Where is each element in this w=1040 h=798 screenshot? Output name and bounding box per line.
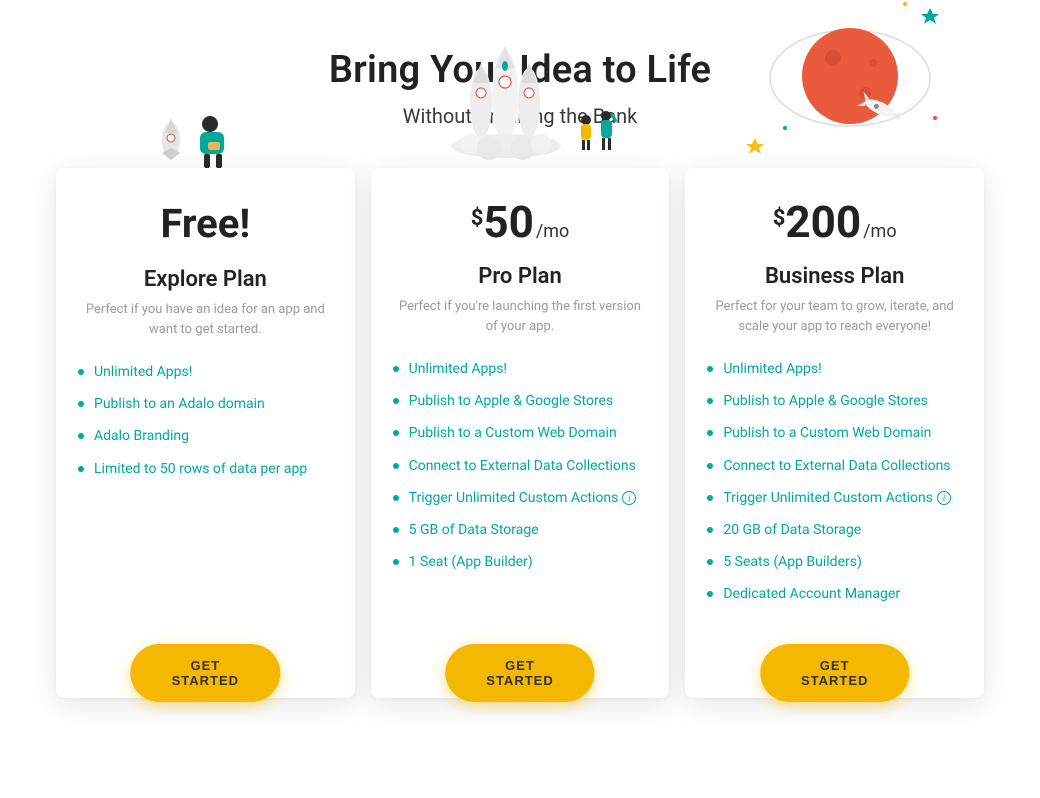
info-icon[interactable]: i <box>937 491 951 505</box>
feature-item: Adalo Branding <box>78 427 333 445</box>
feature-item: Publish to Apple & Google Stores <box>393 392 648 410</box>
feature-item: Publish to a Custom Web Domain <box>707 424 962 442</box>
feature-item: Publish to a Custom Web Domain <box>393 424 648 442</box>
feature-list: Unlimited Apps! Publish to an Adalo doma… <box>78 363 333 492</box>
page-title: Bring Your Idea to Life <box>0 48 1040 92</box>
get-started-button[interactable]: GET STARTED <box>760 644 909 702</box>
feature-item: Unlimited Apps! <box>78 363 333 381</box>
feature-item: 5 Seats (App Builders) <box>707 553 962 571</box>
feature-item: Dedicated Account Manager <box>707 585 962 603</box>
feature-item: Limited to 50 rows of data per app <box>78 460 333 478</box>
feature-item: Trigger Unlimited Custom Actionsi <box>707 489 962 507</box>
feature-item: Publish to Apple & Google Stores <box>707 392 962 410</box>
plan-period: /mo <box>863 221 896 242</box>
feature-item: 5 GB of Data Storage <box>393 521 648 539</box>
currency-symbol: $ <box>471 206 484 231</box>
feature-list: Unlimited Apps! Publish to Apple & Googl… <box>707 360 962 618</box>
feature-item: Publish to an Adalo domain <box>78 395 333 413</box>
plan-name: Business Plan <box>707 264 962 289</box>
feature-item: 20 GB of Data Storage <box>707 521 962 539</box>
plan-price: 50 <box>483 196 534 248</box>
plan-period: /mo <box>536 221 569 242</box>
feature-item: Trigger Unlimited Custom Actionsi <box>393 489 648 507</box>
plan-name: Explore Plan <box>78 267 333 292</box>
plan-description: Perfect for your team to grow, iterate, … <box>707 297 962 336</box>
info-icon[interactable]: i <box>622 491 636 505</box>
get-started-button[interactable]: GET STARTED <box>131 644 280 702</box>
plan-description: Perfect if you're launching the first ve… <box>393 297 648 336</box>
get-started-button[interactable]: GET STARTED <box>445 644 594 702</box>
plan-description: Perfect if you have an idea for an app a… <box>78 300 333 339</box>
feature-item: Connect to External Data Collections <box>707 457 962 475</box>
pricing-plans: Free! Explore Plan Perfect if you have a… <box>0 168 1040 738</box>
currency-symbol: $ <box>773 206 786 231</box>
plan-name: Pro Plan <box>393 264 648 289</box>
feature-item: Unlimited Apps! <box>393 360 648 378</box>
feature-item: 1 Seat (App Builder) <box>393 553 648 571</box>
feature-item: Unlimited Apps! <box>707 360 962 378</box>
page-subtitle: Without Breaking the Bank <box>0 104 1040 128</box>
plan-price: 200 <box>785 196 861 248</box>
feature-list: Unlimited Apps! Publish to Apple & Googl… <box>393 360 648 585</box>
pricing-card-pro: $50/mo Pro Plan Perfect if you're launch… <box>371 168 670 698</box>
feature-item: Connect to External Data Collections <box>393 457 648 475</box>
pricing-card-explore: Free! Explore Plan Perfect if you have a… <box>56 168 355 698</box>
plan-price: Free! <box>160 200 250 247</box>
pricing-card-business: $200/mo Business Plan Perfect for your t… <box>685 168 984 698</box>
